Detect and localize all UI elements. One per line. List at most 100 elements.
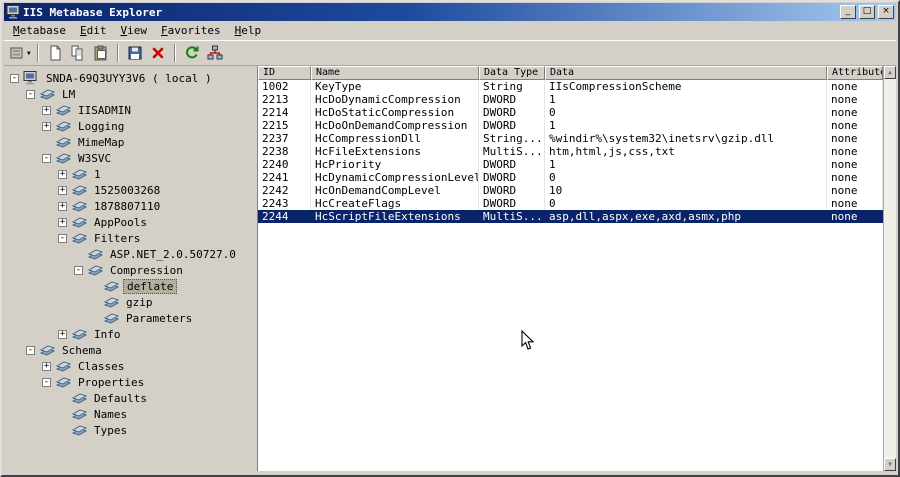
list-row-2215[interactable]: 2215 HcDoOnDemandCompression DWORD 1 none <box>258 119 883 132</box>
tree-item-names[interactable]: Names <box>8 406 257 422</box>
tree-item-filters[interactable]: - Filters <box>8 230 257 246</box>
menu-view[interactable]: View <box>113 22 154 39</box>
paste-button[interactable] <box>90 42 112 64</box>
tree-item-classes[interactable]: + Classes <box>8 358 257 374</box>
cell-attributes: none <box>827 210 883 223</box>
column-header-name[interactable]: Name <box>311 66 479 80</box>
tree-item-asp-net-2-0-50727-0[interactable]: ASP.NET_2.0.50727.0 <box>8 246 257 262</box>
list-row-2238[interactable]: 2238 HcFileExtensions MultiS... htm,html,js… <box>258 145 883 158</box>
cell-attributes: none <box>827 119 883 132</box>
tree-item-w3svc[interactable]: - W3SVC <box>8 150 257 166</box>
floppy-icon <box>127 45 143 61</box>
maximize-button[interactable]: □ <box>859 5 875 19</box>
tree-item-schema[interactable]: - Schema <box>8 342 257 358</box>
tree-item-properties[interactable]: - Properties <box>8 374 257 390</box>
scroll-up-button[interactable]: ▲ <box>884 66 896 79</box>
cell-id: 2241 <box>258 171 311 184</box>
cell-data: 10 <box>545 184 827 197</box>
expand-icon[interactable]: + <box>42 121 51 131</box>
app-window: IIS Metabase Explorer _ □ × Metabase Edit… <box>0 0 900 477</box>
cell-data-type: DWORD <box>479 106 545 119</box>
tree-item-1878807110[interactable]: +1878807110 <box>8 198 257 214</box>
tree-item-gzip[interactable]: gzip <box>8 294 257 310</box>
tree-item-1[interactable]: +1 <box>8 166 257 182</box>
tree-item-logging[interactable]: + Logging <box>8 118 257 134</box>
tree-item-apppools[interactable]: + AppPools <box>8 214 257 230</box>
cell-attributes: none <box>827 93 883 106</box>
node-icon <box>71 407 88 421</box>
collapse-icon[interactable]: - <box>74 265 83 275</box>
menu-edit[interactable]: Edit <box>73 22 114 39</box>
tree-item-defaults[interactable]: Defaults <box>8 390 257 406</box>
dropdown-arrow-icon[interactable]: ▼ <box>27 50 31 57</box>
tree-item-lm[interactable]: - LM <box>8 86 257 102</box>
tree-item-label: gzip <box>126 295 153 309</box>
node-icon <box>55 103 72 117</box>
tree-item-info[interactable]: + Info <box>8 326 257 342</box>
collapse-icon[interactable]: - <box>42 377 51 387</box>
toolbar-separator <box>173 44 176 62</box>
menu-favorites[interactable]: Favorites <box>154 22 228 39</box>
tree-item-mimemap[interactable]: MimeMap <box>8 134 257 150</box>
column-header-data[interactable]: Data <box>545 66 827 80</box>
list-row-2241[interactable]: 2241 HcDynamicCompressionLevel DWORD 0 none <box>258 171 883 184</box>
tree-item-snda-69q3uyy3v6-local[interactable]: - SNDA-69Q3UYY3V6 ( local ) <box>8 70 257 86</box>
column-header-attributes[interactable]: Attributes <box>827 66 883 80</box>
copy-button[interactable] <box>67 42 89 64</box>
app-icon <box>6 5 20 19</box>
column-header-data-type[interactable]: Data Type <box>479 66 545 80</box>
menu-help[interactable]: Help <box>228 22 269 39</box>
node-icon <box>39 343 56 357</box>
expand-icon[interactable]: + <box>58 217 67 227</box>
collapse-icon[interactable]: - <box>10 73 19 83</box>
minimize-button[interactable]: _ <box>840 5 856 19</box>
menu-metabase[interactable]: Metabase <box>6 22 73 39</box>
collapse-icon[interactable]: - <box>26 345 35 355</box>
tree-item-types[interactable]: Types <box>8 422 257 438</box>
close-button[interactable]: × <box>878 5 894 19</box>
tree-item-compression[interactable]: - Compression <box>8 262 257 278</box>
list-row-1002[interactable]: 1002 KeyType String IIsCompressionScheme non… <box>258 80 883 93</box>
cell-id: 2238 <box>258 145 311 158</box>
scroll-down-button[interactable]: ▼ <box>884 458 896 471</box>
vertical-scrollbar[interactable]: ▲ ▼ <box>883 66 896 471</box>
list-row-2244[interactable]: 2244 HcScriptFileExtensions MultiS... asp,d… <box>258 210 883 223</box>
cell-data-type: DWORD <box>479 119 545 132</box>
collapse-icon[interactable]: - <box>26 89 35 99</box>
tree-item-iisadmin[interactable]: + IISADMIN <box>8 102 257 118</box>
tree-item-label: Info <box>94 327 121 341</box>
cell-name: HcDoDynamicCompression <box>311 93 479 106</box>
connect-server-button[interactable]: ▼ <box>8 42 32 64</box>
network-button[interactable] <box>204 42 226 64</box>
delete-button[interactable] <box>147 42 169 64</box>
list-row-2214[interactable]: 2214 HcDoStaticCompression DWORD 0 none <box>258 106 883 119</box>
list-row-2243[interactable]: 2243 HcCreateFlags DWORD 0 none <box>258 197 883 210</box>
expand-icon[interactable]: + <box>42 361 51 371</box>
expand-icon[interactable]: + <box>58 185 67 195</box>
node-icon <box>39 87 56 101</box>
tree-item-1525003268[interactable]: +1525003268 <box>8 182 257 198</box>
column-header-id[interactable]: ID <box>258 66 311 80</box>
expand-icon[interactable]: + <box>58 201 67 211</box>
new-key-button[interactable] <box>44 42 66 64</box>
cell-id: 2244 <box>258 210 311 223</box>
expand-icon[interactable]: + <box>58 329 67 339</box>
node-icon <box>71 167 88 181</box>
list-row-2213[interactable]: 2213 HcDoDynamicCompression DWORD 1 none <box>258 93 883 106</box>
save-button[interactable] <box>124 42 146 64</box>
expand-icon[interactable]: + <box>42 105 51 115</box>
collapse-icon[interactable]: - <box>42 153 51 163</box>
title-bar[interactable]: IIS Metabase Explorer _ □ × <box>4 3 896 21</box>
list-row-2242[interactable]: 2242 HcOnDemandCompLevel DWORD 10 none <box>258 184 883 197</box>
list-row-2237[interactable]: 2237 HcCompressionDll String... %windir%\sy… <box>258 132 883 145</box>
list-row-2240[interactable]: 2240 HcPriority DWORD 1 none <box>258 158 883 171</box>
toolbar-separator <box>36 44 39 62</box>
cell-attributes: none <box>827 171 883 184</box>
tree-item-parameters[interactable]: Parameters <box>8 310 257 326</box>
tree-item-label: LM <box>62 87 76 101</box>
collapse-icon[interactable]: - <box>58 233 67 243</box>
toolbar-separator <box>116 44 119 62</box>
expand-icon[interactable]: + <box>58 169 67 179</box>
tree-item-deflate[interactable]: deflate <box>8 278 257 294</box>
refresh-button[interactable] <box>181 42 203 64</box>
